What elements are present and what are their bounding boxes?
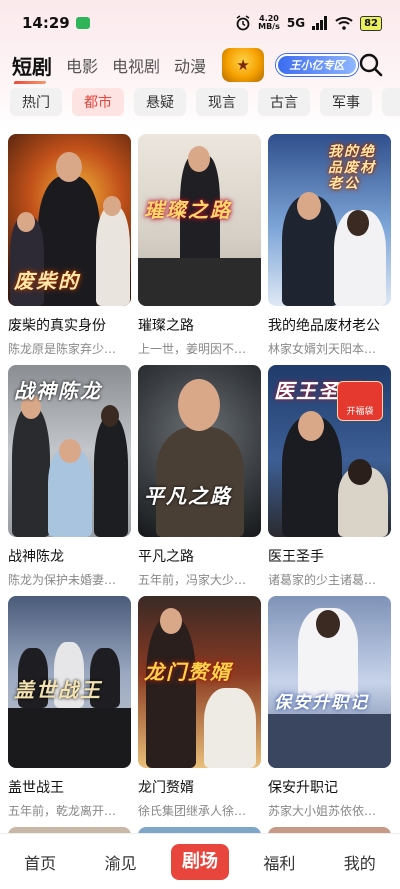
net-speed-unit: MB/s [258,22,280,31]
drama-description: 诸葛家的少主诸葛… [268,573,377,587]
app-notification-icon [75,17,90,29]
drama-card[interactable]: 保安升职记 保安升职记 苏家大小姐苏依依… [268,596,391,827]
drama-description: 上一世，姜明因不… [138,342,247,356]
poster-title: 保安升职记 [274,693,369,713]
battery-indicator: 82 [360,15,382,31]
drama-card[interactable]: 盖世战王 盖世战王 五年前，乾龙离开… [8,596,131,827]
nav-home[interactable]: 首页 [10,850,70,874]
drama-description: 林家女婿刘天阳本… [268,342,377,356]
tab-short-drama[interactable]: 短剧 [12,51,52,80]
drama-poster[interactable]: 战神陈龙 [8,365,131,537]
genre-ancient-romance[interactable]: 古言 [258,88,310,116]
drama-description: 苏家大小姐苏依依… [268,804,377,818]
drama-card[interactable]: 废柴的 废柴的真实身份 陈龙原是陈家弃少… [8,134,131,365]
status-bar: 14:29 4.20 MB/s 5G 82 [0,0,400,46]
tab-tv-series[interactable]: 电视剧 [112,53,160,77]
poster-title: 盖世战王 [14,678,102,702]
drama-description: 陈龙原是陈家弃少… [8,342,117,356]
drama-card[interactable]: 我的绝品废材老公 我的绝品废材老公 林家女婿刘天阳本… [268,134,391,365]
drama-poster[interactable]: 龙门赘婿 [138,596,261,768]
search-icon[interactable] [358,52,384,78]
signal-bars-icon [312,16,328,30]
poster-title: 平凡之路 [144,484,232,508]
status-right: 4.20 MB/s 5G 82 [235,15,382,31]
drama-description: 陈龙为保护未婚妻… [8,573,117,587]
poster-title: 璀璨之路 [144,198,232,222]
drama-title: 保安升职记 [268,780,338,796]
genre-hot[interactable]: 热门 [10,88,62,116]
drama-poster[interactable]: 废柴的 [8,134,131,306]
genre-suspense[interactable]: 悬疑 [134,88,186,116]
bottom-nav: 首页 渝见 剧场 福利 我的 [0,833,400,889]
genre-military[interactable]: 军事 [320,88,372,116]
drama-title: 医王圣手 [268,549,324,565]
drama-title: 废柴的真实身份 [8,318,106,334]
drama-card[interactable]: 战神陈龙 战神陈龙 陈龙为保护未婚妻… [8,365,131,596]
poster-title: 废柴的 [14,269,80,293]
promo-banner[interactable]: 王小亿专区 [276,54,359,76]
drama-card[interactable]: 龙门赘婿 龙门赘婿 徐氏集团继承人徐… [138,596,261,827]
drama-poster[interactable]: 医王圣手 开福袋 [268,365,391,537]
drama-title: 平凡之路 [138,549,194,565]
drama-description: 五年前，乾龙离开… [8,804,117,818]
alarm-icon [236,15,250,31]
drama-title: 璀璨之路 [138,318,194,334]
genre-urban[interactable]: 都市 [72,88,124,116]
drama-title: 我的绝品废材老公 [268,318,380,334]
genre-fantasy[interactable]: 玄 [382,88,400,116]
drama-card[interactable]: 医王圣手 开福袋 医王圣手 诸葛家的少主诸葛… [268,365,391,596]
drama-poster[interactable]: 璀璨之路 [138,134,261,306]
drama-poster[interactable]: 保安升职记 [268,596,391,768]
drama-description: 五年前，冯家大少… [138,573,247,587]
nav-meet[interactable]: 渝见 [91,850,151,874]
nav-theater[interactable]: 剧场 [170,843,229,880]
poster-title: 我的绝品废材老公 [328,144,376,192]
drama-card[interactable]: 璀璨之路 璀璨之路 上一世，姜明因不… [138,134,261,365]
status-time: 14:29 [22,14,70,32]
drama-poster[interactable]: 我的绝品废材老公 [268,134,391,306]
drama-card[interactable]: 平凡之路 平凡之路 五年前，冯家大少… [138,365,261,596]
net-speed: 4.20 MB/s [258,15,280,31]
poster-title: 龙门赘婿 [144,660,232,684]
nav-profile[interactable]: 我的 [330,850,390,874]
tab-movie[interactable]: 电影 [66,53,98,77]
genre-modern-romance[interactable]: 现言 [196,88,248,116]
drama-description: 徐氏集团继承人徐… [138,804,247,818]
genre-filter-bar: 热门 都市 悬疑 现言 古言 军事 玄 [0,88,400,118]
drama-poster[interactable]: 平凡之路 [138,365,261,537]
category-bar: 短剧 电影 电视剧 动漫 ★ 王小亿专区 [0,46,400,84]
promo-logo-icon[interactable]: ★ [222,48,265,82]
poster-title: 战神陈龙 [14,379,102,403]
lucky-bag-badge[interactable]: 开福袋 [337,381,383,421]
tab-anime[interactable]: 动漫 [174,53,206,77]
drama-grid: 废柴的 废柴的真实身份 陈龙原是陈家弃少… 璀璨之路 璀璨之路 上一世，姜明因不… [8,134,392,827]
wifi-icon [335,17,353,30]
drama-title: 战神陈龙 [8,549,64,565]
drama-title: 盖世战王 [8,780,64,796]
drama-poster[interactable]: 盖世战王 [8,596,131,768]
drama-title: 龙门赘婿 [138,780,194,796]
nav-welfare[interactable]: 福利 [249,850,309,874]
signal-label: 5G [286,16,306,30]
